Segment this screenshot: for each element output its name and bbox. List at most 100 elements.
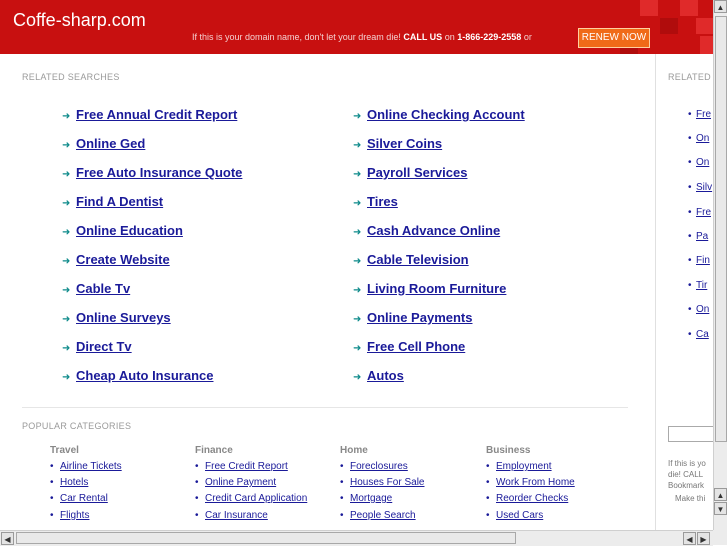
section-divider bbox=[22, 407, 628, 408]
horizontal-scrollbar[interactable]: ◀ ◀ ▶ bbox=[0, 530, 713, 546]
arrow-icon: ➜ bbox=[62, 372, 71, 383]
related-link[interactable]: ➜ Tires bbox=[353, 194, 398, 209]
category-link[interactable]: • Car Rental bbox=[50, 493, 108, 504]
scroll-up-button[interactable]: ▲ bbox=[714, 488, 727, 501]
scroll-down-button[interactable]: ▼ bbox=[714, 502, 727, 515]
bullet-icon: • bbox=[340, 477, 344, 488]
bullet-icon: • bbox=[688, 280, 692, 291]
related-link[interactable]: ➜ Online Surveys bbox=[62, 310, 171, 325]
arrow-icon: ➜ bbox=[353, 256, 362, 267]
category-link[interactable]: • Car Insurance bbox=[195, 510, 268, 521]
bullet-icon: • bbox=[195, 461, 199, 472]
category-link[interactable]: • Airline Tickets bbox=[50, 461, 122, 472]
sidebar-link[interactable]: • Fre bbox=[688, 207, 711, 218]
related-link[interactable]: ➜ Silver Coins bbox=[353, 136, 442, 151]
right-sidebar: RELATED • Fre • On • On • Silv • Fre • Pa • Fin… bbox=[656, 54, 714, 530]
related-link[interactable]: ➜ Cash Advance Online bbox=[353, 223, 500, 238]
sidebar-link[interactable]: • Pa bbox=[688, 231, 708, 242]
arrow-icon: ➜ bbox=[62, 285, 71, 296]
sidebar-text: If this is yo bbox=[668, 459, 706, 468]
category-link[interactable]: • Foreclosures bbox=[340, 461, 408, 472]
related-link[interactable]: ➜ Payroll Services bbox=[353, 165, 467, 180]
arrow-icon: ➜ bbox=[353, 314, 362, 325]
bullet-icon: • bbox=[688, 157, 692, 168]
sidebar-text: die! CALL bbox=[668, 470, 704, 479]
sidebar-link[interactable]: • Fre bbox=[688, 109, 711, 120]
decor-square bbox=[696, 18, 714, 34]
arrow-icon: ➜ bbox=[353, 198, 362, 209]
sidebar-link[interactable]: • On bbox=[688, 157, 709, 168]
decor-square bbox=[680, 0, 698, 16]
related-link[interactable]: ➜ Online Ged bbox=[62, 136, 145, 151]
related-link[interactable]: ➜ Find A Dentist bbox=[62, 194, 163, 209]
category-link[interactable]: • Employment bbox=[486, 461, 552, 472]
category-link[interactable]: • Work From Home bbox=[486, 477, 575, 488]
scroll-left-button[interactable]: ◀ bbox=[683, 532, 696, 545]
arrow-icon: ➜ bbox=[62, 198, 71, 209]
sidebar-link[interactable]: • On bbox=[688, 304, 709, 315]
related-link[interactable]: ➜ Online Payments bbox=[353, 310, 472, 325]
category-link[interactable]: • Credit Card Application bbox=[195, 493, 307, 504]
related-link[interactable]: ➜ Living Room Furniture bbox=[353, 281, 506, 296]
scroll-thumb[interactable] bbox=[715, 16, 727, 442]
arrow-icon: ➜ bbox=[62, 256, 71, 267]
related-link[interactable]: ➜ Autos bbox=[353, 368, 404, 383]
bullet-icon: • bbox=[50, 477, 54, 488]
arrow-icon: ➜ bbox=[62, 111, 71, 122]
bullet-icon: • bbox=[50, 461, 54, 472]
scroll-right-button[interactable]: ▶ bbox=[697, 532, 710, 545]
bullet-icon: • bbox=[340, 493, 344, 504]
category-link[interactable]: • Reorder Checks bbox=[486, 493, 568, 504]
domain-title: Coffe-sharp.com bbox=[13, 10, 146, 30]
category-link[interactable]: • Hotels bbox=[50, 477, 88, 488]
bullet-icon: • bbox=[50, 510, 54, 521]
category-link[interactable]: • Used Cars bbox=[486, 510, 543, 521]
scroll-left-button[interactable]: ◀ bbox=[1, 532, 14, 545]
bullet-icon: • bbox=[195, 493, 199, 504]
category-link[interactable]: • Free Credit Report bbox=[195, 461, 288, 472]
category-link[interactable]: • Houses For Sale bbox=[340, 477, 424, 488]
decor-square bbox=[660, 18, 678, 34]
bullet-icon: • bbox=[688, 182, 692, 193]
related-link[interactable]: ➜ Cheap Auto Insurance bbox=[62, 368, 213, 383]
renew-now-button[interactable]: RENEW NOW bbox=[578, 28, 650, 48]
bullet-icon: • bbox=[486, 477, 490, 488]
bullet-icon: • bbox=[195, 510, 199, 521]
bullet-icon: • bbox=[340, 510, 344, 521]
related-link[interactable]: ➜ Free Annual Credit Report bbox=[62, 107, 237, 122]
arrow-icon: ➜ bbox=[353, 169, 362, 180]
sidebar-link[interactable]: • Silv bbox=[688, 182, 712, 193]
related-link[interactable]: ➜ Cable Tv bbox=[62, 281, 130, 296]
sidebar-link[interactable]: • Fin bbox=[688, 255, 710, 266]
sidebar-link[interactable]: • On bbox=[688, 133, 709, 144]
related-link[interactable]: ➜ Online Education bbox=[62, 223, 183, 238]
search-input[interactable] bbox=[668, 426, 714, 442]
category-heading: Finance bbox=[195, 445, 233, 456]
bullet-icon: • bbox=[486, 493, 490, 504]
category-link[interactable]: • Mortgage bbox=[340, 493, 392, 504]
arrow-icon: ➜ bbox=[62, 140, 71, 151]
scroll-thumb[interactable] bbox=[16, 532, 516, 544]
header-banner: Coffe-sharp.com If this is your domain n… bbox=[0, 0, 727, 54]
scroll-up-button[interactable]: ▲ bbox=[714, 0, 727, 13]
bookmark-link[interactable]: Bookmark bbox=[668, 480, 704, 491]
category-link[interactable]: • Online Payment bbox=[195, 477, 276, 488]
arrow-icon: ➜ bbox=[62, 169, 71, 180]
vertical-scrollbar[interactable]: ▲ ▲ ▼ bbox=[713, 0, 727, 530]
related-link[interactable]: ➜ Direct Tv bbox=[62, 339, 132, 354]
bullet-icon: • bbox=[50, 493, 54, 504]
category-link[interactable]: • People Search bbox=[340, 510, 416, 521]
sidebar-link[interactable]: • Tir bbox=[688, 280, 707, 291]
promo-text: If this is your domain name, don't let y… bbox=[192, 32, 532, 42]
make-homepage-link[interactable]: Make thi bbox=[675, 493, 705, 504]
related-link[interactable]: ➜ Online Checking Account bbox=[353, 107, 525, 122]
related-link[interactable]: ➜ Free Auto Insurance Quote bbox=[62, 165, 242, 180]
sidebar-link[interactable]: • Ca bbox=[688, 329, 709, 340]
related-link[interactable]: ➜ Cable Television bbox=[353, 252, 469, 267]
related-link[interactable]: ➜ Create Website bbox=[62, 252, 170, 267]
category-link[interactable]: • Flights bbox=[50, 510, 89, 521]
related-link[interactable]: ➜ Free Cell Phone bbox=[353, 339, 465, 354]
bullet-icon: • bbox=[688, 109, 692, 120]
bullet-icon: • bbox=[688, 133, 692, 144]
arrow-icon: ➜ bbox=[62, 314, 71, 325]
